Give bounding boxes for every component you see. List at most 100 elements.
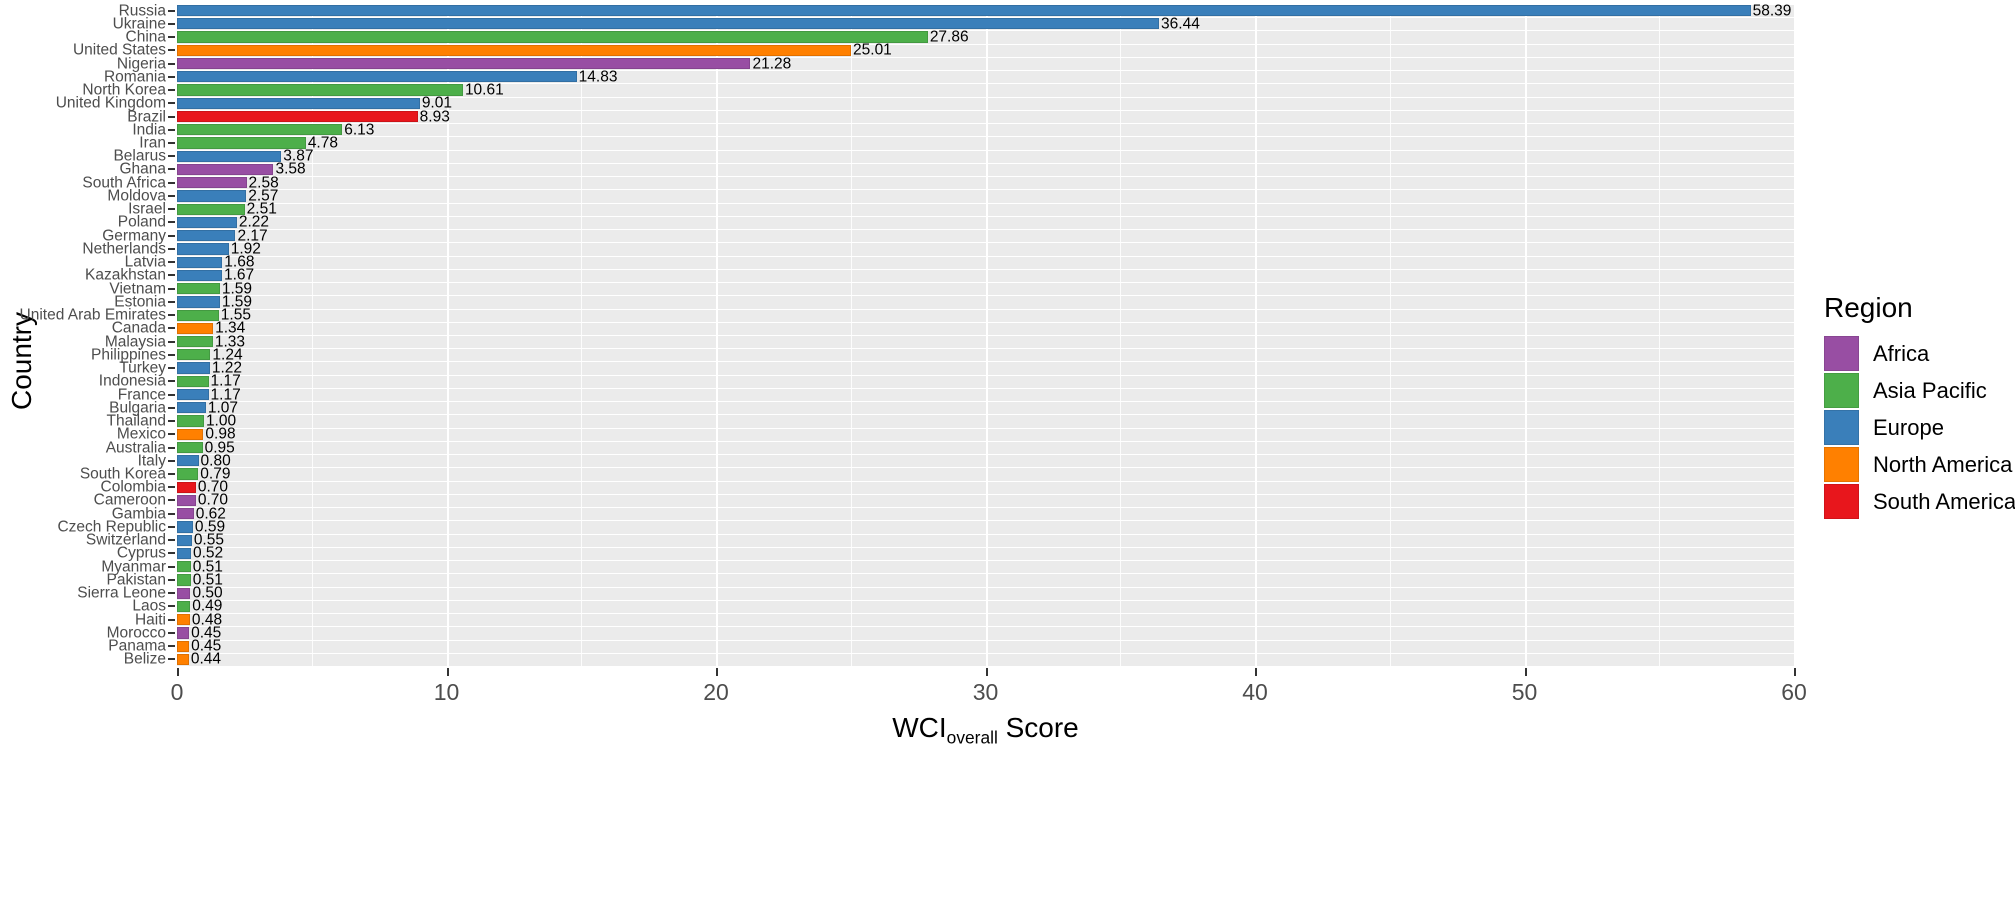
bar [177, 640, 190, 652]
x-axis-tick-label: 60 [1781, 679, 1807, 705]
legend-item[interactable]: South America [1824, 483, 2015, 520]
legend-item-label: Asia Pacific [1873, 377, 1987, 403]
bar-row: China 27.86 [126, 28, 1794, 46]
bar-row: Switzerland 0.55 [86, 532, 1794, 547]
bar [177, 547, 191, 560]
x-axis-tick-label: 30 [972, 679, 999, 705]
bar [177, 190, 247, 202]
bar-row: Panama 0.45 [108, 638, 1794, 653]
bar [177, 561, 191, 573]
bar-row: Vietnam 1.59 [109, 281, 1794, 296]
bar-row: Nigeria 21.28 [117, 54, 1794, 72]
bar-value-label: 6.13 [344, 121, 375, 139]
bar-row: Poland 2.22 [118, 215, 1794, 230]
bar-row: Italy 0.80 [138, 453, 1794, 468]
bar-row: Indonesia 1.17 [99, 374, 1794, 389]
bar-value-label: 58.39 [1752, 1, 1792, 19]
x-axis-tick-mark [1794, 668, 1796, 676]
bar-row: Myanmar 0.51 [101, 559, 1794, 574]
bar [177, 521, 193, 533]
bar [177, 57, 751, 70]
bar-row: Thailand 1.00 [107, 413, 1794, 428]
bar-row: Sierra Leone 0.50 [77, 585, 1794, 600]
bar [177, 375, 209, 387]
x-axis-title-base: WCI [892, 712, 947, 743]
bar-row: Haiti 0.48 [135, 612, 1794, 627]
bar-row: India 6.13 [132, 121, 1794, 139]
bar-row: Ukraine 36.44 [113, 16, 1794, 31]
legend-item[interactable]: Asia Pacific [1824, 372, 2014, 409]
bar [177, 534, 192, 546]
bar [177, 574, 191, 586]
bar-row: Colombia 0.70 [101, 479, 1794, 494]
bar-row: Canada 1.34 [112, 321, 1794, 336]
legend-color-swatch [1824, 484, 1859, 519]
bar-row: Russia 58.39 [119, 1, 1794, 19]
x-axis-title-subscript: overall [946, 727, 998, 748]
bar [177, 600, 191, 613]
legend-item-label: South America [1873, 488, 2015, 514]
bar [177, 388, 209, 401]
bar-row: Laos 0.49 [132, 599, 1794, 614]
bar-row: Moldova 2.57 [107, 188, 1794, 203]
bar [177, 5, 1751, 17]
bar [177, 309, 219, 321]
bar [177, 216, 237, 229]
bar-row: Brazil 8.93 [127, 109, 1794, 124]
x-axis-title: WCIoverall Score [177, 712, 1794, 749]
bar [177, 415, 204, 427]
bar-value-label: 27.86 [929, 28, 969, 46]
bar-row: Netherlands 1.92 [82, 241, 1794, 256]
bar [177, 362, 210, 374]
bar [177, 322, 214, 334]
bar [177, 481, 196, 493]
x-axis-tick-label: 10 [433, 679, 460, 705]
bar-row: Germany 2.17 [102, 228, 1794, 243]
legend-item[interactable]: Africa [1824, 335, 2014, 372]
bar [177, 441, 203, 454]
bar-row: Belize 0.44 [124, 652, 1794, 667]
bar-row: Israel 2.51 [128, 201, 1794, 216]
bar-value-label: 10.61 [464, 81, 504, 99]
bar-row: United Arab Emirates 1.55 [20, 307, 1794, 322]
x-axis-tick-label: 20 [703, 679, 729, 705]
legend-color-swatch [1824, 410, 1859, 445]
bar-row: Bulgaria 1.07 [109, 400, 1794, 415]
bar [177, 150, 282, 162]
bar-row: South Korea 0.79 [80, 466, 1794, 481]
bar [177, 468, 199, 480]
legend: Region Africa Asia Pacific Europe North Ame… [1824, 292, 2015, 520]
legend-color-swatch [1824, 447, 1859, 482]
x-axis-tick-label: 50 [1511, 679, 1538, 705]
x-axis-tick-mark [1524, 668, 1527, 676]
x-axis-tick-label: 0 [170, 679, 184, 705]
bar-row: Estonia 1.59 [114, 294, 1794, 309]
bar-row: Mexico 0.98 [117, 427, 1794, 442]
bar-row: United States 25.01 [73, 43, 1794, 58]
gridline-major-vertical [1794, 4, 1796, 666]
bar-value-label: 21.28 [752, 54, 792, 72]
legend-item[interactable]: Europe [1824, 409, 2014, 446]
bar [177, 71, 577, 83]
bar [177, 269, 222, 282]
bar [177, 614, 190, 626]
bar-row: Latvia 1.68 [125, 254, 1794, 269]
legend-item-label: North America [1873, 451, 2013, 477]
bar [177, 653, 189, 665]
bar [177, 627, 190, 639]
legend-title: Region [1824, 292, 1913, 323]
legend-item[interactable]: North America [1824, 446, 2014, 483]
bar-row: Iran 4.78 [139, 135, 1794, 150]
x-axis-tick-mark [716, 668, 718, 676]
bar [177, 97, 420, 109]
bar-row: Turkey 1.22 [119, 360, 1794, 375]
x-axis-tick-mark [177, 668, 179, 676]
bar-row: Malaysia 1.33 [105, 334, 1794, 349]
bar-row: Australia 0.95 [106, 440, 1794, 455]
bar [177, 84, 463, 96]
x-axis-tick-mark [985, 668, 988, 676]
bar-row: South Africa 2.58 [82, 175, 1794, 190]
bar-row: Kazakhstan 1.67 [85, 268, 1794, 283]
bar [177, 508, 194, 520]
bar [177, 177, 247, 189]
